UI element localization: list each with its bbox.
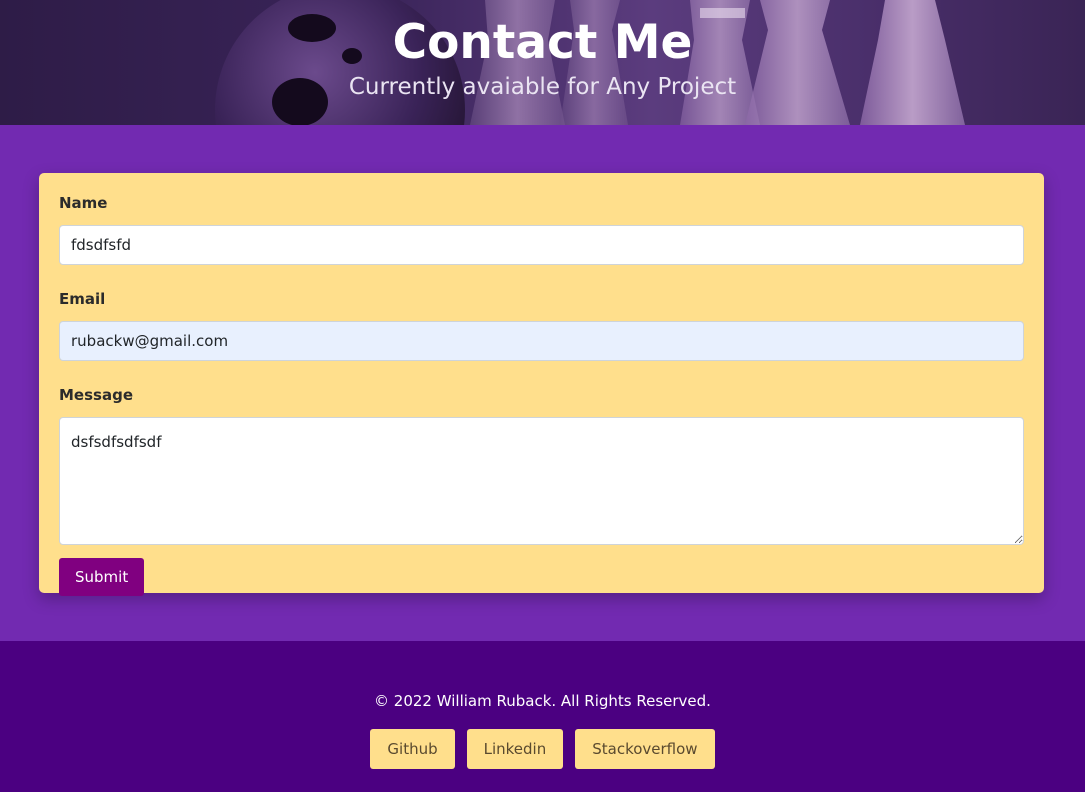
footer: © 2022 William Ruback. All Rights Reserv… <box>0 641 1085 792</box>
stackoverflow-link[interactable]: Stackoverflow <box>575 729 715 769</box>
contact-form: Name Email Message dsfsdfsdfsdf Submit <box>39 173 1044 596</box>
linkedin-link[interactable]: Linkedin <box>466 729 564 769</box>
name-input[interactable] <box>59 225 1024 265</box>
email-label: Email <box>59 290 106 308</box>
page-title: Contact Me <box>392 15 693 70</box>
message-label: Message <box>59 386 133 404</box>
hero-banner: Contact Me Currently avaiable for Any Pr… <box>0 0 1085 125</box>
copyright-text: © 2022 William Ruback. All Rights Reserv… <box>374 692 711 710</box>
page-subtitle: Currently avaiable for Any Project <box>348 74 737 100</box>
github-link[interactable]: Github <box>370 729 455 769</box>
message-textarea[interactable]: dsfsdfsdfsdf <box>59 417 1024 545</box>
social-links: Github Linkedin Stackoverflow <box>0 729 1085 769</box>
submit-button[interactable]: Submit <box>59 558 145 596</box>
name-label: Name <box>59 194 108 212</box>
main-section: Name Email Message dsfsdfsdfsdf Submit <box>0 125 1085 641</box>
email-input[interactable] <box>59 321 1024 361</box>
